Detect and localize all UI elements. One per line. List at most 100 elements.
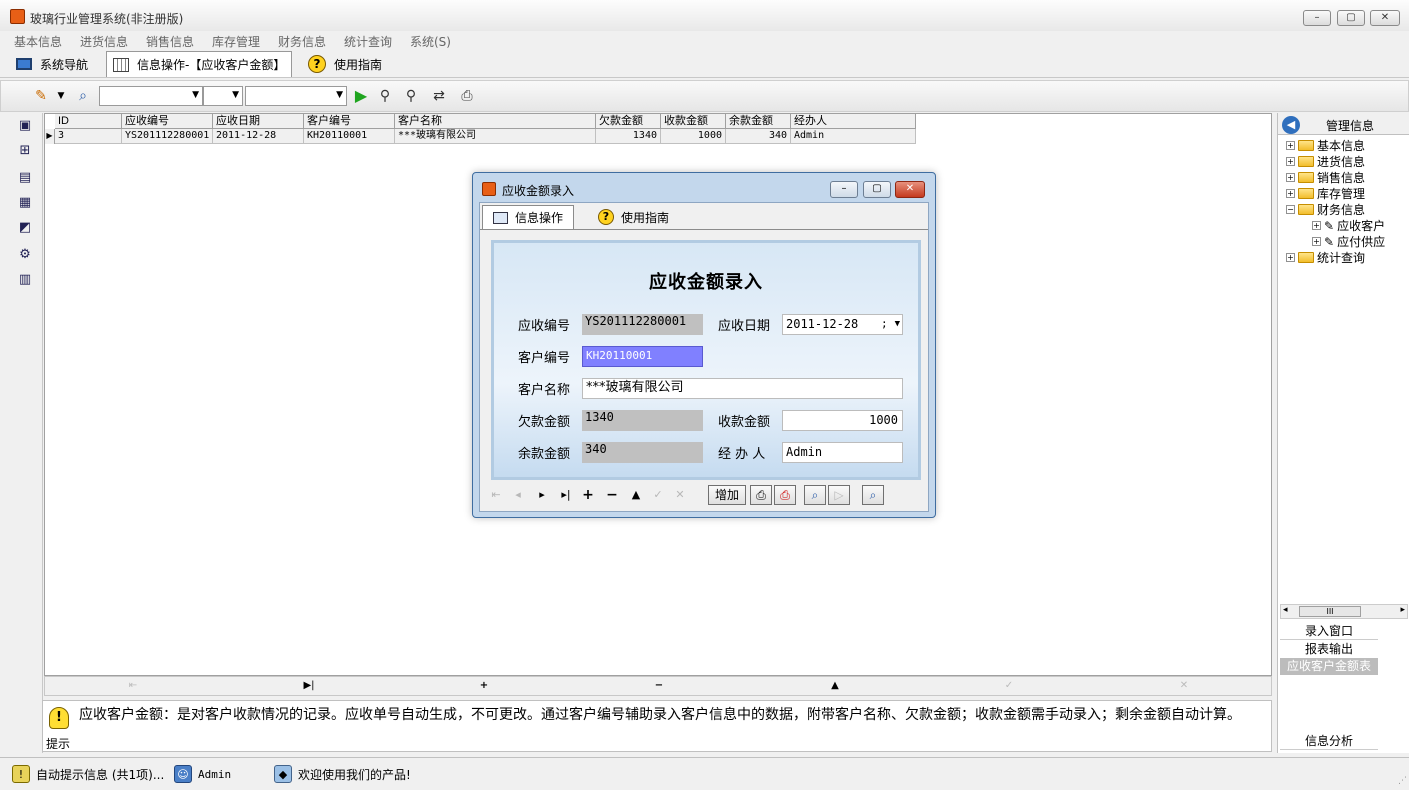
column-header-code[interactable]: 应收编号 [122, 114, 213, 129]
preview-icon[interactable]: ⌕ [804, 485, 826, 505]
expand-icon[interactable]: + [1312, 221, 1321, 230]
tab-system-nav[interactable]: 系统导航 [10, 51, 94, 77]
chart-icon[interactable]: ◩ [16, 220, 34, 236]
column-header-id[interactable]: ID [55, 114, 122, 129]
cell-received[interactable]: 1000 [661, 129, 726, 144]
maximize-button[interactable]: ▢ [1337, 10, 1365, 26]
table-row[interactable]: ▶ 3 YS201112280001 2011-12-28 KH20110001… [45, 129, 916, 144]
debt-field[interactable]: 1340 [582, 410, 703, 431]
cancel-record-icon[interactable]: ✕ [672, 487, 688, 503]
printer-icon[interactable]: ⎙ [457, 87, 477, 105]
edit-record-icon[interactable]: ▲ [628, 487, 644, 503]
minimize-button[interactable]: – [1303, 10, 1331, 26]
date-picker[interactable]: 2011-12-28 ; ▼ [782, 314, 903, 335]
dialog-tab-info[interactable]: 信息操作 [482, 205, 575, 229]
field-combo[interactable]: ▼ [99, 86, 203, 106]
menu-finance-info[interactable]: 财务信息 [278, 33, 326, 50]
edit-record-icon[interactable]: ▲ [827, 679, 843, 693]
add-button[interactable]: 增加 [708, 485, 746, 505]
dialog-close-button[interactable]: ✕ [895, 181, 925, 198]
preview-icon[interactable]: ⌕ [73, 87, 93, 105]
last-record-icon[interactable]: ▸| [558, 487, 574, 503]
column-header-balance[interactable]: 余款金额 [726, 114, 791, 129]
expand-icon[interactable]: + [1286, 189, 1295, 198]
first-record-icon[interactable]: ⇤ [488, 487, 504, 503]
search-users-icon[interactable]: ⚲ [375, 87, 395, 105]
collapse-icon[interactable]: − [1286, 205, 1295, 214]
cell-debt[interactable]: 1340 [596, 129, 661, 144]
cell-customer-name[interactable]: ***玻璃有限公司 [395, 129, 596, 144]
column-header-handler[interactable]: 经办人 [791, 114, 916, 129]
delete-record-icon[interactable]: − [604, 487, 620, 503]
menu-sales-info[interactable]: 销售信息 [146, 33, 194, 50]
expand-icon[interactable]: + [1312, 237, 1321, 246]
tree-item-finance-info[interactable]: − 财务信息 [1286, 201, 1365, 218]
customer-code-field[interactable]: KH20110001 [582, 346, 703, 367]
refresh-icon[interactable]: ⇄ [429, 87, 449, 105]
dialog-minimize-button[interactable]: – [830, 181, 858, 198]
column-header-customer-code[interactable]: 客户编号 [304, 114, 395, 129]
received-field[interactable]: 1000 [782, 410, 903, 431]
menu-inventory[interactable]: 库存管理 [212, 33, 260, 50]
column-header-date[interactable]: 应收日期 [213, 114, 304, 129]
operator-combo[interactable]: ▼ [203, 86, 243, 106]
dialog-maximize-button[interactable]: ▢ [863, 181, 891, 198]
search-icon[interactable]: ⌕ [862, 485, 884, 505]
expand-icon[interactable]: + [1286, 157, 1295, 166]
receivable-table-button[interactable]: 应收客户金额表 [1280, 658, 1378, 675]
search-icon[interactable]: ⚲ [401, 87, 421, 105]
tree-item-statistics[interactable]: + 统计查询 [1286, 249, 1365, 266]
cell-handler[interactable]: Admin [791, 129, 916, 144]
expand-icon[interactable]: + [1286, 253, 1295, 262]
expand-icon[interactable]: + [1286, 141, 1295, 150]
trash-icon[interactable]: ▥ [16, 272, 34, 288]
last-record-icon[interactable]: ▶| [301, 679, 317, 693]
hierarchy-icon[interactable]: ⊞ [16, 143, 34, 159]
column-header-debt[interactable]: 欠款金额 [596, 114, 661, 129]
tree-item-receivable[interactable]: + ✎ 应收客户 [1312, 217, 1385, 234]
column-header-received[interactable]: 收款金额 [661, 114, 726, 129]
close-button[interactable]: ✕ [1370, 10, 1400, 26]
tree-item-inventory[interactable]: + 库存管理 [1286, 185, 1365, 202]
play-icon[interactable]: ▷ [828, 485, 850, 505]
print-icon[interactable]: ⎙ [750, 485, 772, 505]
expand-icon[interactable]: + [1286, 173, 1295, 182]
cell-code[interactable]: YS201112280001 [122, 129, 213, 144]
post-record-icon[interactable]: ✓ [650, 487, 666, 503]
customer-name-field[interactable]: ***玻璃有限公司 [582, 378, 903, 399]
back-arrow-icon[interactable]: ◀ [1282, 116, 1300, 134]
add-record-icon[interactable]: + [580, 487, 596, 503]
scroll-right-icon[interactable]: ▸ [1400, 605, 1405, 615]
balance-field[interactable]: 340 [582, 442, 703, 463]
play-icon[interactable]: ▶ [351, 87, 371, 105]
column-header-customer-name[interactable]: 客户名称 [395, 114, 596, 129]
pencil-icon[interactable]: ✎ [31, 87, 51, 105]
tab-user-guide[interactable]: ? 使用指南 [302, 51, 388, 77]
post-record-icon[interactable]: ✓ [1001, 679, 1017, 693]
menu-purchase-info[interactable]: 进货信息 [80, 33, 128, 50]
menu-system[interactable]: 系统(S) [410, 33, 451, 50]
dropdown-arrow-icon[interactable]: ▼ [51, 87, 71, 105]
code-field[interactable]: YS201112280001 [582, 314, 703, 335]
cancel-record-icon[interactable]: ✕ [1176, 679, 1192, 693]
resize-grip-icon[interactable]: ⋰ [1395, 776, 1407, 788]
cell-id[interactable]: 3 [55, 129, 122, 144]
info-analysis-button[interactable]: 信息分析 [1280, 733, 1378, 750]
settings-icon[interactable]: ⚙ [16, 247, 34, 263]
tab-info-operation[interactable]: 信息操作-【应收客户金额】 [106, 51, 293, 77]
menu-basic-info[interactable]: 基本信息 [14, 33, 62, 50]
scrollbar-thumb[interactable]: III [1299, 606, 1361, 617]
entry-window-button[interactable]: 录入窗口 [1280, 623, 1378, 640]
dialog-tab-guide[interactable]: ? 使用指南 [588, 205, 679, 229]
tree-item-sales-info[interactable]: + 销售信息 [1286, 169, 1365, 186]
tree-item-purchase-info[interactable]: + 进货信息 [1286, 153, 1365, 170]
status-auto-hint[interactable]: ! 自动提示信息 (共1项)... [12, 765, 164, 783]
monitor-icon[interactable]: ▣ [16, 118, 34, 134]
value-combo[interactable]: ▼ [245, 86, 347, 106]
next-record-icon[interactable]: ▸ [534, 487, 550, 503]
chevron-down-icon[interactable]: ▼ [895, 315, 900, 333]
tree-item-payable[interactable]: + ✎ 应付供应 [1312, 233, 1385, 250]
scroll-left-icon[interactable]: ◂ [1283, 605, 1288, 615]
report-output-button[interactable]: 报表输出 [1280, 641, 1378, 658]
prior-record-icon[interactable]: ◂ [510, 487, 526, 503]
